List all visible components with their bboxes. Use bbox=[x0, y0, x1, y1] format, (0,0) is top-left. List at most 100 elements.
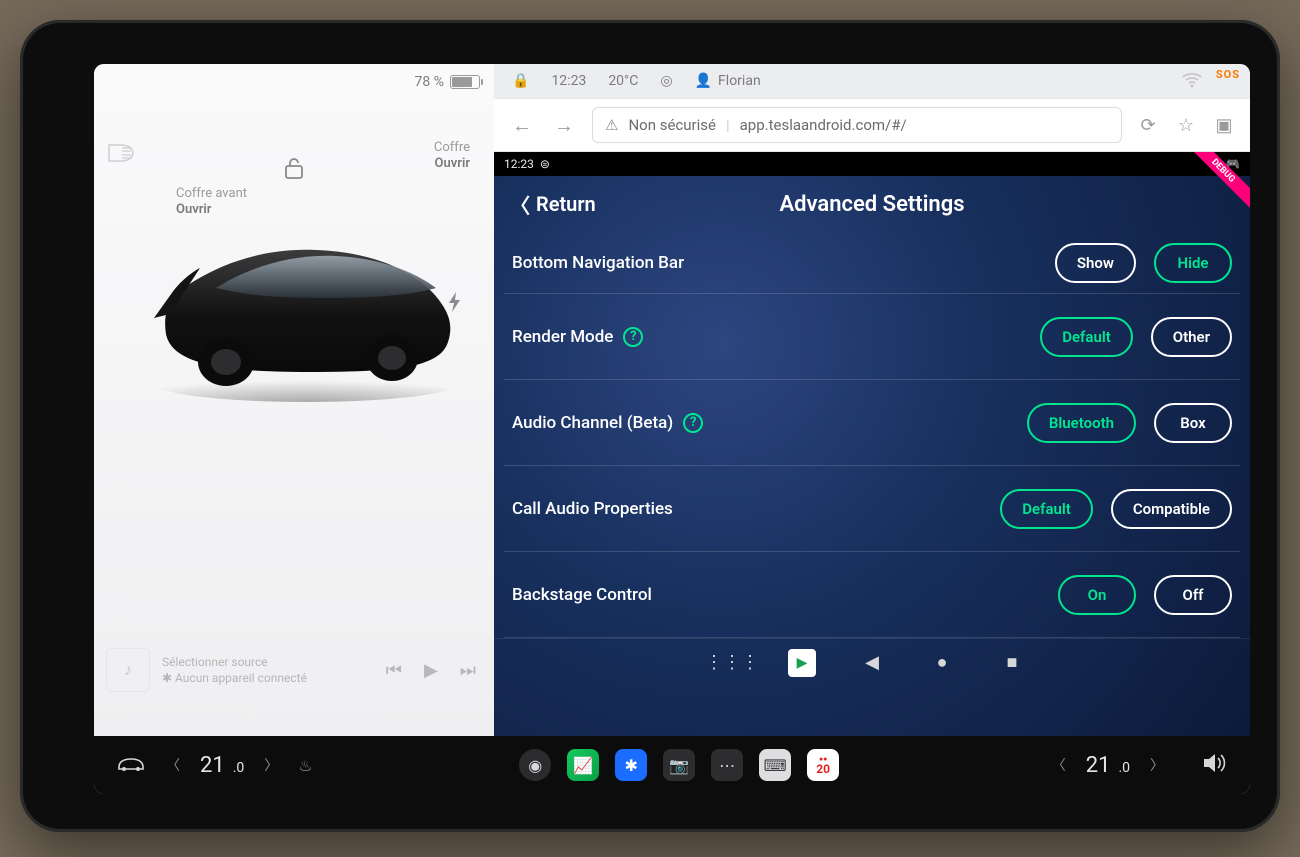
screen-bezel: 78 % Coffre avant Ouvrir Coffre Ouvrir bbox=[20, 20, 1280, 832]
setting-label-text: Render Mode bbox=[512, 327, 613, 347]
android-home-icon[interactable]: ● bbox=[928, 649, 956, 677]
calendar-app-icon[interactable]: ●●20 bbox=[807, 749, 839, 781]
option-pill[interactable]: Hide bbox=[1154, 243, 1232, 283]
android-recents-icon[interactable]: ■ bbox=[998, 649, 1026, 677]
volume-icon[interactable] bbox=[1202, 752, 1228, 778]
security-label: Non sécurisé bbox=[628, 116, 716, 134]
all-apps-icon[interactable]: ⋯ bbox=[711, 749, 743, 781]
bluetooth-app-icon[interactable]: ✱ bbox=[615, 749, 647, 781]
android-status-bar: 12:23 ⊜ ↔ 🎮 DEBUG bbox=[494, 152, 1250, 176]
setting-label-text: Call Audio Properties bbox=[512, 499, 673, 519]
lock-icon[interactable]: 🔒 bbox=[512, 73, 529, 89]
wifi-icon[interactable] bbox=[1182, 72, 1202, 92]
android-back-icon[interactable]: ◀ bbox=[858, 649, 886, 677]
setting-label-text: Bottom Navigation Bar bbox=[512, 253, 684, 273]
advanced-settings-app: 〈 Return Advanced Settings Bottom Naviga… bbox=[494, 176, 1250, 736]
setting-row: Call Audio Properties Default Compatible bbox=[504, 466, 1240, 552]
return-label: Return bbox=[536, 192, 596, 216]
car-app-icon[interactable] bbox=[116, 753, 146, 777]
address-bar[interactable]: ⚠ Non sécurisé | app.teslaandroid.com/#/ bbox=[592, 107, 1122, 143]
option-group: Default Other bbox=[1040, 317, 1232, 357]
browser-toolbar: ← → ⚠ Non sécurisé | app.teslaandroid.co… bbox=[494, 98, 1250, 152]
option-group: On Off bbox=[1058, 575, 1232, 615]
option-pill[interactable]: Off bbox=[1154, 575, 1232, 615]
android-clock: 12:23 bbox=[504, 157, 534, 171]
right-temp-frac: .0 bbox=[1118, 760, 1130, 776]
media-title: Sélectionner source bbox=[162, 654, 386, 670]
left-temp-int: 21 bbox=[200, 753, 225, 778]
unlock-icon[interactable] bbox=[284, 156, 304, 184]
media-play-icon[interactable]: ▶ bbox=[424, 660, 438, 681]
browser-forward-icon[interactable]: → bbox=[550, 107, 578, 144]
setting-row: Backstage Control On Off bbox=[504, 552, 1240, 638]
right-temp[interactable]: 21.0 bbox=[1086, 753, 1130, 778]
media-bar: ♪ Sélectionner source ✱ Aucun appareil c… bbox=[106, 640, 494, 700]
energy-app-icon[interactable]: 📈 bbox=[567, 749, 599, 781]
url-text: app.teslaandroid.com/#/ bbox=[740, 116, 907, 134]
setting-label: Backstage Control bbox=[512, 585, 1058, 605]
browser-back-icon[interactable]: ← bbox=[508, 107, 536, 144]
seat-heat-icon[interactable]: ♨ bbox=[298, 756, 312, 775]
option-group: Bluetooth Box bbox=[1027, 403, 1232, 443]
clock: 12:23 bbox=[551, 73, 586, 89]
right-temp-down-icon[interactable]: 〈 bbox=[1046, 755, 1072, 775]
option-pill[interactable]: Compatible bbox=[1111, 489, 1232, 529]
media-prev-icon[interactable]: ⏮ bbox=[386, 660, 402, 681]
media-source-tile[interactable]: ♪ bbox=[106, 648, 150, 692]
car-visualization: Coffre avant Ouvrir Coffre Ouvrir bbox=[94, 64, 494, 484]
bookmark-icon[interactable]: ☆ bbox=[1174, 115, 1198, 136]
setting-label: Bottom Navigation Bar bbox=[512, 253, 1055, 273]
reload-icon[interactable]: ⟳ bbox=[1136, 115, 1160, 136]
setting-label-text: Backstage Control bbox=[512, 585, 652, 605]
option-pill[interactable]: On bbox=[1058, 575, 1136, 615]
app-header: 〈 Return Advanced Settings bbox=[494, 176, 1250, 232]
user-name: Florian bbox=[718, 73, 761, 89]
apps-grid-icon[interactable]: ⋮⋮⋮ bbox=[718, 649, 746, 677]
sos-button[interactable]: SOS bbox=[1216, 68, 1240, 81]
option-group: Default Compatible bbox=[1000, 489, 1232, 529]
option-pill[interactable]: Box bbox=[1154, 403, 1232, 443]
status-bar: 🔒 12:23 20°C ◎ 👤 Florian SOS bbox=[494, 64, 1250, 98]
play-tile-icon[interactable]: ▶ bbox=[788, 649, 816, 677]
return-button[interactable]: 〈 Return bbox=[510, 190, 596, 219]
sentry-icon[interactable]: ◎ bbox=[660, 73, 672, 89]
setting-label: Call Audio Properties bbox=[512, 499, 1000, 519]
camera-app-icon[interactable]: 📷 bbox=[663, 749, 695, 781]
option-group: Show Hide bbox=[1055, 243, 1232, 283]
right-temp-up-icon[interactable]: 〉 bbox=[1144, 755, 1170, 775]
option-pill[interactable]: Show bbox=[1055, 243, 1136, 283]
help-icon[interactable]: ? bbox=[623, 327, 643, 347]
help-icon[interactable]: ? bbox=[683, 413, 703, 433]
option-pill[interactable]: Bluetooth bbox=[1027, 403, 1136, 443]
media-text: Sélectionner source ✱ Aucun appareil con… bbox=[162, 654, 386, 686]
option-pill[interactable]: Default bbox=[1000, 489, 1093, 529]
address-separator: | bbox=[726, 116, 730, 134]
trunk-action: Ouvrir bbox=[434, 156, 470, 172]
right-temp-int: 21 bbox=[1086, 753, 1111, 778]
user-menu[interactable]: 👤 Florian bbox=[695, 73, 761, 89]
car-status-pane: 78 % Coffre avant Ouvrir Coffre Ouvrir bbox=[94, 64, 494, 736]
page-title: Advanced Settings bbox=[779, 192, 964, 217]
tabs-icon[interactable]: ▣ bbox=[1212, 115, 1236, 136]
media-next-icon[interactable]: ⏭ bbox=[460, 660, 476, 681]
option-pill[interactable]: Default bbox=[1040, 317, 1133, 357]
car-render bbox=[146, 194, 466, 404]
right-pane: 🔒 12:23 20°C ◎ 👤 Florian SOS ← bbox=[494, 64, 1250, 736]
chevron-left-icon: 〈 bbox=[510, 190, 530, 219]
insecure-icon: ⚠ bbox=[605, 116, 618, 134]
left-temp-down-icon[interactable]: 〈 bbox=[160, 755, 186, 775]
left-temp-up-icon[interactable]: 〉 bbox=[258, 755, 284, 775]
trunk-control[interactable]: Coffre Ouvrir bbox=[434, 140, 470, 173]
dashcam-icon[interactable]: ◉ bbox=[519, 749, 551, 781]
setting-row: Audio Channel (Beta)?BluetoothBox bbox=[504, 380, 1240, 466]
keyboard-app-icon[interactable]: ⌨ bbox=[759, 749, 791, 781]
left-temp[interactable]: 21.0 bbox=[200, 753, 244, 778]
dock: 〈 21.0 〉 ♨ ◉ 📈 ✱ 📷 ⋯ ⌨ ●●20 〈 21.0 bbox=[94, 736, 1250, 794]
option-pill[interactable]: Other bbox=[1151, 317, 1232, 357]
setting-row: Render Mode? Default Other bbox=[504, 294, 1240, 380]
media-subtitle: ✱ Aucun appareil connecté bbox=[162, 670, 386, 686]
setting-row: Bottom Navigation Bar Show Hide bbox=[504, 232, 1240, 294]
calendar-day: 20 bbox=[816, 763, 830, 775]
android-status-icon: ⊜ bbox=[540, 157, 550, 171]
outside-temp: 20°C bbox=[608, 73, 638, 89]
